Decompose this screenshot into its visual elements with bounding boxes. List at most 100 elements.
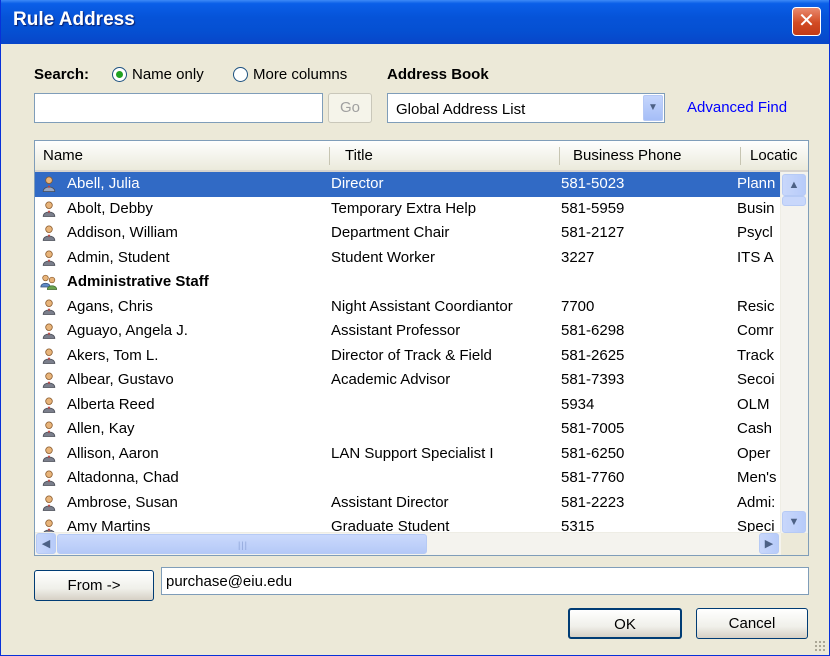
table-row[interactable]: Allison, Aaron LAN Support Specialist I 58… [35, 442, 781, 467]
cell-business-phone: 581-7393 [561, 371, 625, 388]
cell-location: Comr [737, 322, 774, 339]
scroll-left-button[interactable]: ◀ [36, 533, 56, 554]
table-row[interactable]: Abolt, Debby Temporary Extra Help 581-5959… [35, 197, 781, 222]
cell-title: Night Assistant Coordiantor [331, 297, 513, 315]
cell-location: Secoi [737, 371, 775, 388]
close-icon: ✕ [798, 10, 815, 32]
cell-location: OLM [737, 395, 770, 413]
cell-title: Assistant Director [331, 493, 449, 511]
person-icon [42, 421, 56, 437]
cell-business-phone: 3227 [561, 248, 595, 266]
column-divider[interactable] [329, 147, 330, 165]
table-row[interactable]: Aguayo, Angela J. Assistant Professor 581-… [35, 319, 781, 344]
person-icon [42, 347, 56, 364]
cell-location: Busin [737, 199, 775, 217]
scroll-down-button[interactable]: ▼ [782, 511, 806, 533]
cell-business-phone: 581-7005 [561, 420, 625, 437]
advanced-find-link[interactable]: Advanced Find [687, 99, 787, 116]
cell-location: Plann [737, 175, 776, 192]
vertical-scrollbar[interactable]: ▲ ▼ [780, 172, 808, 535]
cell-location: Men's [737, 469, 777, 486]
search-input[interactable] [34, 93, 323, 123]
cell-name: Albear, Gustavo [67, 371, 174, 388]
person-icon [42, 323, 56, 339]
column-divider[interactable] [559, 147, 560, 165]
cell-business-phone: 581-5023 [561, 175, 625, 192]
scroll-up-button[interactable]: ▲ [782, 174, 806, 196]
list-header: Name Title Business Phone Locatic [35, 141, 808, 172]
person-icon [42, 494, 56, 511]
table-row[interactable]: Abell, Julia Director 581-5023 Plann [35, 172, 781, 197]
cell-location: Psycl [737, 224, 773, 241]
chevron-right-icon: ▶ [764, 538, 774, 550]
radio-more-columns[interactable] [233, 67, 248, 82]
radio-more-columns-label[interactable]: More columns [253, 66, 347, 83]
column-divider[interactable] [740, 147, 741, 165]
cell-title: Student Worker [331, 248, 435, 266]
cell-business-phone: 581-2127 [561, 224, 625, 241]
ok-button[interactable]: OK [568, 608, 682, 639]
address-book-value: Global Address List [396, 101, 526, 118]
cell-business-phone: 5934 [561, 395, 595, 413]
rule-address-dialog: Rule Address ✕ Search: Name only More co… [0, 0, 830, 656]
chevron-left-icon: ◀ [41, 538, 51, 550]
window-title: Rule Address [13, 9, 135, 30]
person-icon [42, 249, 56, 266]
person-icon [42, 200, 56, 217]
vertical-scroll-thumb[interactable] [782, 196, 806, 206]
cell-title: Temporary Extra Help [331, 199, 477, 217]
cell-name: Akers, Tom L. [67, 346, 159, 364]
cell-business-phone: 581-2223 [561, 493, 625, 511]
table-row[interactable]: Admin, Student Student Worker 3227 ITS A [35, 246, 781, 271]
horizontal-scroll-thumb[interactable]: ||| [57, 534, 427, 554]
search-label: Search: [34, 66, 90, 83]
column-header-title[interactable]: Title [337, 141, 559, 170]
radio-selected-dot [116, 71, 123, 78]
close-button[interactable]: ✕ [792, 7, 821, 36]
table-row[interactable]: Allen, Kay 581-7005 Cash [35, 417, 781, 442]
cell-name: Altadonna, Chad [67, 469, 179, 486]
go-button[interactable]: Go [328, 93, 372, 123]
title-bar[interactable]: Rule Address ✕ [1, 0, 829, 44]
person-icon [42, 396, 56, 413]
horizontal-scrollbar[interactable]: ◀ ||| ▶ [35, 532, 781, 555]
group-row[interactable]: Administrative Staff [35, 270, 781, 295]
address-book-label: Address Book [387, 66, 489, 83]
table-row[interactable]: Alberta Reed 5934 OLM [35, 393, 781, 418]
table-row[interactable]: Addison, William Department Chair 581-2127… [35, 221, 781, 246]
address-book-select[interactable]: Global Address List ▼ [387, 93, 665, 123]
table-row[interactable]: Ambrose, Susan Assistant Director 581-2223… [35, 491, 781, 516]
cell-name: Abolt, Debby [67, 199, 153, 217]
cell-title: Director [331, 175, 384, 192]
list-rows: Abell, Julia Director 581-5023 Plann Abolt,… [35, 172, 781, 535]
cell-title: Academic Advisor [331, 371, 451, 388]
from-button[interactable]: From -> [34, 570, 154, 601]
person-icon [42, 372, 56, 388]
scrollbar-corner [781, 533, 808, 555]
chevron-down-icon[interactable]: ▼ [643, 95, 663, 121]
table-row[interactable]: Agans, Chris Night Assistant Coordiantor 7… [35, 295, 781, 320]
cell-name: Administrative Staff [67, 273, 209, 290]
column-header-name[interactable]: Name [35, 141, 329, 170]
cell-title: Assistant Professor [331, 322, 461, 339]
column-header-location[interactable]: Locatic [742, 141, 808, 170]
table-row[interactable]: Albear, Gustavo Academic Advisor 581-7393 S… [35, 368, 781, 393]
cell-business-phone: 581-6250 [561, 444, 625, 462]
cell-title: LAN Support Specialist I [331, 444, 494, 462]
scroll-right-button[interactable]: ▶ [759, 533, 779, 554]
resize-grip[interactable] [814, 640, 826, 652]
radio-name-only-label[interactable]: Name only [132, 66, 204, 83]
person-icon [42, 176, 56, 192]
radio-name-only[interactable] [112, 67, 127, 82]
cell-name: Allen, Kay [67, 420, 135, 437]
column-header-business-phone[interactable]: Business Phone [565, 141, 740, 170]
table-row[interactable]: Akers, Tom L. Director of Track & Field 58… [35, 344, 781, 369]
group-icon [40, 274, 58, 290]
chevron-down-icon: ▼ [788, 516, 800, 528]
cancel-button[interactable]: Cancel [696, 608, 808, 639]
cell-name: Alberta Reed [67, 395, 155, 413]
from-address-field[interactable] [161, 567, 809, 595]
cell-location: Admi: [737, 493, 776, 511]
table-row[interactable]: Altadonna, Chad 581-7760 Men's [35, 466, 781, 491]
chevron-up-icon: ▲ [788, 179, 800, 191]
